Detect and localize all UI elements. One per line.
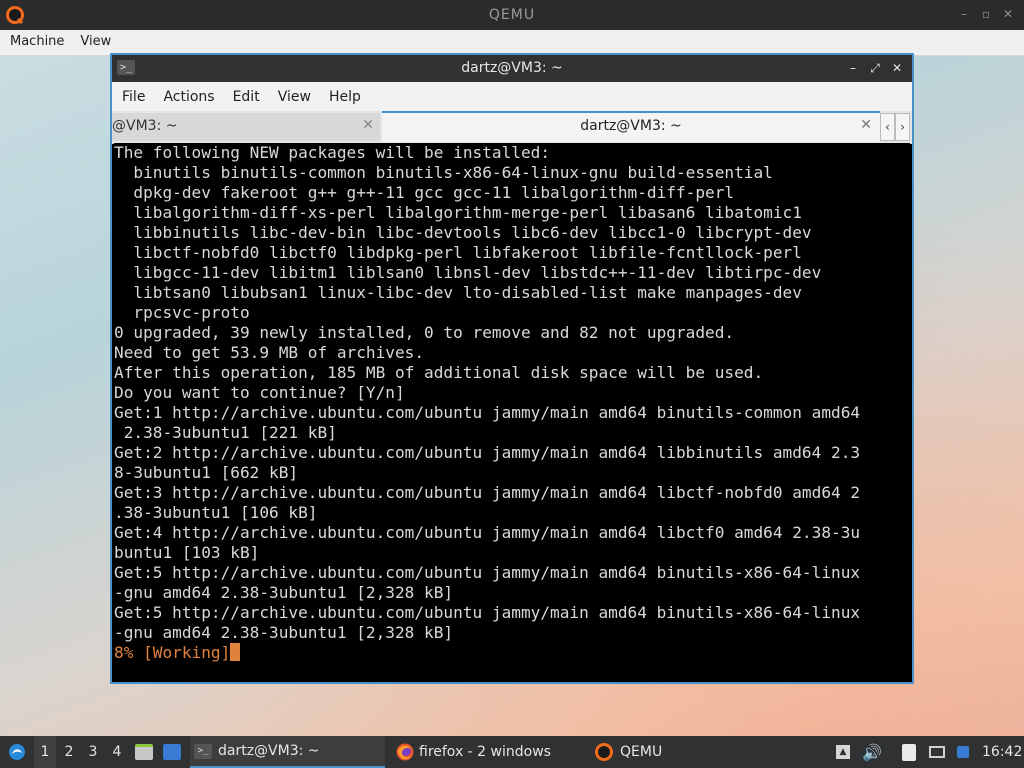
tray-up-arrow-icon[interactable]: ▲ (834, 736, 852, 768)
file-manager-icon[interactable] (134, 736, 154, 768)
show-desktop-icon[interactable] (162, 736, 182, 768)
tab-label: dartz@VM3: ~ (580, 118, 682, 134)
task-label: firefox - 2 windows (419, 744, 551, 760)
terminal-line: -gnu amd64 2.38-3ubuntu1 [2,328 kB] (114, 623, 454, 642)
terminal-line: 8-3ubuntu1 [662 kB] (114, 463, 299, 482)
tab-label: @VM3: ~ (112, 118, 178, 134)
terminal-menubar: File Actions Edit View Help (112, 82, 912, 111)
terminal-line: Do you want to continue? [Y/n] (114, 383, 405, 402)
terminal-title: dartz@VM3: ~ (461, 60, 563, 76)
start-menu-button[interactable] (4, 736, 30, 768)
workspace-2[interactable]: 2 (58, 736, 80, 768)
terminal-maximize-button[interactable]: ⤢ (866, 59, 884, 77)
terminal-line: binutils binutils-common binutils-x86-64… (114, 163, 773, 182)
terminal-output[interactable]: The following NEW packages will be insta… (114, 143, 910, 680)
terminal-close-button[interactable]: ✕ (888, 59, 906, 77)
terminal-line: 0 upgraded, 39 newly installed, 0 to rem… (114, 323, 735, 342)
task-terminal[interactable]: >_ dartz@VM3: ~ (190, 736, 385, 768)
terminal-line: Get:5 http://archive.ubuntu.com/ubuntu j… (114, 603, 861, 622)
tab-active[interactable]: dartz@VM3: ~ ✕ (382, 111, 880, 142)
terminal-icon: >_ (194, 743, 212, 759)
tab-close-icon[interactable]: ✕ (362, 117, 374, 133)
task-firefox[interactable]: firefox - 2 windows (393, 736, 583, 768)
terminal-line: libalgorithm-diff-xs-perl libalgorithm-m… (114, 203, 802, 222)
menu-machine[interactable]: Machine (0, 30, 70, 49)
bluetooth-icon[interactable] (953, 736, 973, 768)
terminal-line: libtsan0 libubsan1 linux-libc-dev lto-di… (114, 283, 802, 302)
menu-file[interactable]: File (112, 82, 153, 105)
terminal-line: Get:2 http://archive.ubuntu.com/ubuntu j… (114, 443, 861, 462)
firefox-icon (396, 743, 414, 761)
menu-edit[interactable]: Edit (223, 82, 268, 105)
close-button[interactable]: ✕ (1000, 6, 1016, 22)
terminal-line: Get:5 http://archive.ubuntu.com/ubuntu j… (114, 563, 861, 582)
terminal-line: -gnu amd64 2.38-3ubuntu1 [2,328 kB] (114, 583, 454, 602)
maximize-button[interactable]: ▫ (978, 6, 994, 22)
taskbar: 1 2 3 4 >_ dartz@VM3: ~ firefox - 2 wind… (0, 736, 1024, 768)
terminal-line: libctf-nobfd0 libctf0 libdpkg-perl libfa… (114, 243, 802, 262)
workspace-3[interactable]: 3 (82, 736, 104, 768)
terminal-line: Get:4 http://archive.ubuntu.com/ubuntu j… (114, 523, 861, 542)
qemu-title: QEMU (488, 7, 536, 23)
terminal-line: rpcsvc-proto (114, 303, 250, 322)
terminal-line: libbinutils libc-dev-bin libc-devtools l… (114, 223, 812, 242)
menu-help[interactable]: Help (319, 82, 369, 105)
terminal-line: Need to get 53.9 MB of archives. (114, 343, 425, 362)
terminal-line: Get:3 http://archive.ubuntu.com/ubuntu j… (114, 483, 861, 502)
terminal-line: 2.38-3ubuntu1 [221 kB] (114, 423, 337, 442)
terminal-line: .38-3ubuntu1 [106 kB] (114, 503, 318, 522)
terminal-line: libgcc-11-dev libitm1 liblsan0 libnsl-de… (114, 263, 822, 282)
terminal-line: buntu1 [103 kB] (114, 543, 260, 562)
menu-view[interactable]: View (70, 30, 117, 49)
workspace-4[interactable]: 4 (106, 736, 128, 768)
terminal-titlebar[interactable]: >_ dartz@VM3: ~ – ⤢ ✕ (112, 55, 912, 82)
task-qemu[interactable]: QEMU (592, 736, 702, 768)
clock[interactable]: 16:42 (982, 736, 1022, 768)
volume-icon[interactable]: 🔊 (862, 736, 882, 768)
tab-inactive[interactable]: @VM3: ~ ✕ (112, 113, 380, 141)
terminal-window: >_ dartz@VM3: ~ – ⤢ ✕ File Actions Edit Vie… (110, 53, 914, 684)
tab-scroll-right-icon[interactable]: › (895, 113, 910, 141)
terminal-minimize-button[interactable]: – (844, 59, 862, 77)
minimize-button[interactable]: – (956, 6, 972, 22)
tab-scroll-left-icon[interactable]: ‹ (880, 113, 895, 141)
tab-close-icon[interactable]: ✕ (860, 117, 872, 133)
terminal-line: dpkg-dev fakeroot g++ g++-11 gcc gcc-11 … (114, 183, 735, 202)
task-label: QEMU (620, 744, 663, 760)
network-icon[interactable] (927, 736, 947, 768)
terminal-line: Get:1 http://archive.ubuntu.com/ubuntu j… (114, 403, 861, 422)
clipboard-icon[interactable] (899, 736, 919, 768)
terminal-line: The following NEW packages will be insta… (114, 143, 551, 162)
qemu-icon (595, 743, 613, 761)
task-label: dartz@VM3: ~ (218, 743, 320, 759)
lxqt-logo-icon (9, 744, 25, 760)
menu-actions[interactable]: Actions (153, 82, 222, 105)
qemu-titlebar: QEMU – ▫ ✕ (0, 0, 1024, 30)
terminal-line: After this operation, 185 MB of addition… (114, 363, 764, 382)
workspace-1[interactable]: 1 (34, 736, 56, 768)
menu-view[interactable]: View (268, 82, 319, 105)
terminal-status-line: 8% [Working] (114, 643, 910, 663)
terminal-tabbar: @VM3: ~ ✕ dartz@VM3: ~ ✕ ‹ › (112, 111, 912, 144)
working-status: 8% [Working] (114, 643, 231, 662)
terminal-cursor (230, 643, 241, 661)
